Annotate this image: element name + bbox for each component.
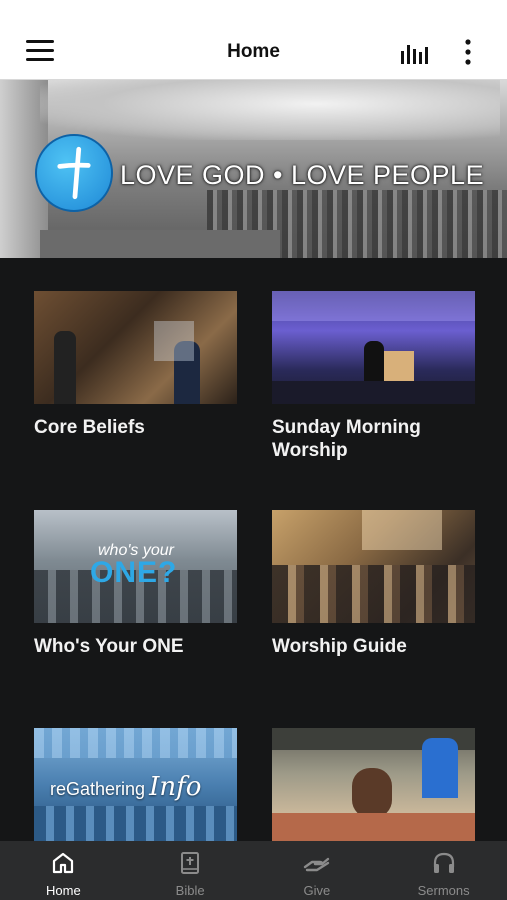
tab-home[interactable]: Home [0, 841, 127, 900]
tab-sermons[interactable]: Sermons [380, 841, 507, 900]
more-vertical-icon[interactable] [458, 38, 478, 66]
tab-bible[interactable]: Bible [127, 841, 254, 900]
tab-label: Bible [175, 883, 205, 898]
content-grid: Core Beliefs Sunday Morning Worship who'… [0, 258, 507, 841]
page-title: Home [227, 41, 280, 62]
app-header: Home [0, 26, 507, 80]
audio-bars-icon[interactable] [401, 42, 429, 64]
tab-label: Sermons [417, 883, 470, 898]
tile-label: Who's Your ONE [34, 636, 184, 657]
tile-thumbnail [272, 510, 475, 623]
hero-tagline: LOVE GOD • LOVE PEOPLE [120, 160, 485, 190]
home-icon [53, 852, 74, 874]
tile-label: Sunday Morning Worship [272, 417, 421, 461]
tile-label: Core Beliefs [34, 417, 145, 438]
tile-thumbnail [34, 291, 237, 404]
thumb-script-text: Info [149, 772, 202, 802]
bottom-tab-bar: Home Bible Give Sermons [0, 841, 507, 900]
tile-regathering-info[interactable]: reGathering Info [34, 728, 237, 841]
tile-worship-guide[interactable]: Worship Guide [272, 510, 475, 658]
status-bar [0, 0, 507, 26]
thumb-text: reGathering [50, 779, 146, 799]
bible-icon [181, 852, 200, 874]
headphones-icon [433, 852, 454, 873]
tile-sunday-morning-worship[interactable]: Sunday Morning Worship [272, 291, 475, 462]
tab-label: Home [46, 883, 81, 898]
tile-thumbnail [272, 291, 475, 404]
hero-banner: LOVE GOD • LOVE PEOPLE [0, 80, 507, 258]
cross-logo-icon [35, 134, 113, 212]
tile-thumbnail: reGathering Info [34, 728, 237, 841]
tile-thumbnail [272, 728, 475, 841]
tile-label: Worship Guide [272, 636, 407, 657]
tile-thumbnail: who's your ONE? [34, 510, 237, 623]
thumb-text-big: ONE? [90, 556, 178, 589]
tab-give[interactable]: Give [254, 841, 381, 900]
tab-label: Give [303, 883, 331, 898]
tile-water-well[interactable] [272, 728, 475, 841]
give-hand-icon [303, 857, 330, 872]
tile-whos-your-one[interactable]: who's your ONE? Who's Your ONE [34, 510, 237, 658]
tile-core-beliefs[interactable]: Core Beliefs [34, 291, 237, 439]
